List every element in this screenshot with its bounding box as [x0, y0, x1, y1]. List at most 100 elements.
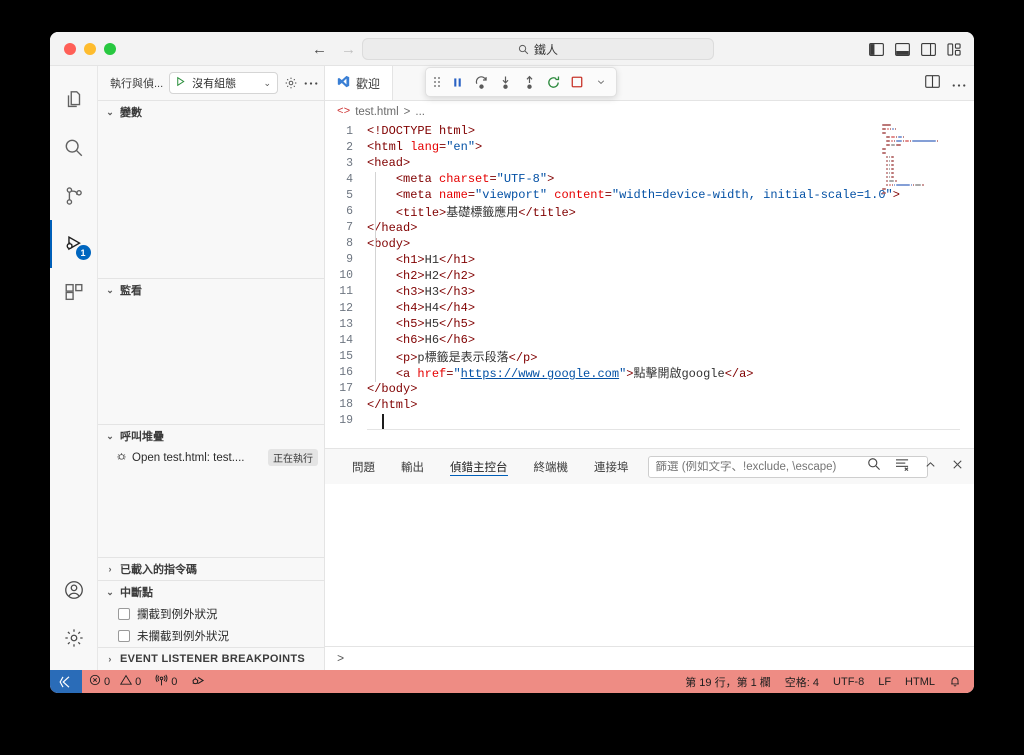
go-back-icon[interactable]: ← — [312, 41, 327, 58]
code-content[interactable]: 1 <!DOCTYPE html> 2 <html lang="en"> 3 <head>… — [325, 123, 974, 448]
bell-icon[interactable] — [942, 670, 968, 693]
sidebar-item-explorer[interactable] — [50, 76, 98, 124]
code-line[interactable]: 5 <meta name="viewport" content="width=d… — [325, 187, 974, 203]
command-center[interactable]: 鐵人 — [362, 38, 714, 60]
eol-status[interactable]: LF — [871, 670, 898, 693]
customize-layout-icon[interactable] — [947, 42, 962, 56]
code-line[interactable]: 18 </html> — [325, 397, 974, 413]
pane-header-callstack[interactable]: ⌄ 呼叫堆疊 — [98, 425, 324, 447]
code-line[interactable]: 19 — [325, 413, 974, 429]
pane-header-event-listener-breakpoints[interactable]: › EVENT LISTENER BREAKPOINTS — [98, 648, 324, 670]
code-line[interactable]: 9 <h1>H1</h1> — [325, 252, 974, 268]
gear-icon[interactable] — [50, 614, 98, 662]
checkbox-caught-exceptions[interactable] — [118, 608, 130, 620]
step-over-icon[interactable] — [470, 71, 492, 93]
pane-header-loaded-scripts[interactable]: › 已載入的指令碼 — [98, 558, 324, 580]
list-item[interactable]: 未攔截到例外狀況 — [98, 625, 324, 647]
split-editor-icon[interactable] — [925, 74, 940, 93]
code-line[interactable]: 3 <head> — [325, 155, 974, 171]
chevron-down-icon[interactable]: ⌄ — [263, 78, 274, 89]
code-line[interactable]: 7 </head> — [325, 220, 974, 236]
grip-icon[interactable] — [430, 77, 444, 87]
search-icon[interactable] — [867, 457, 881, 476]
step-into-icon[interactable] — [494, 71, 516, 93]
code-line[interactable]: 15 <p>p標籤是表示段落</p> — [325, 348, 974, 365]
code-line[interactable]: 1 <!DOCTYPE html> — [325, 123, 974, 139]
chevron-up-icon[interactable] — [924, 458, 937, 476]
go-forward-icon[interactable]: → — [341, 41, 356, 58]
debug-status[interactable] — [184, 670, 212, 693]
chevron-down-icon[interactable] — [590, 71, 612, 93]
launch-configuration-dropdown[interactable]: 沒有組態 ⌄ — [169, 72, 278, 94]
remote-indicator-icon[interactable] — [50, 670, 82, 693]
code-line[interactable]: 6 <title>基礎標籤應用</title> — [325, 203, 974, 220]
code-line[interactable]: 16 <a href="https://www.google.com">點擊開啟… — [325, 364, 974, 381]
pane-header-watch[interactable]: ⌄ 監看 — [98, 279, 324, 301]
account-icon[interactable] — [50, 566, 98, 614]
minimap-line — [882, 123, 960, 126]
sidebar-item-extensions[interactable] — [50, 268, 98, 316]
code-text: <!DOCTYPE html> — [367, 124, 476, 139]
pane-header-variables[interactable]: ⌄ 變數 — [98, 101, 324, 123]
code-line[interactable]: 2 <html lang="en"> — [325, 139, 974, 155]
sidebar-item-source-control[interactable] — [50, 172, 98, 220]
step-out-icon[interactable] — [518, 71, 540, 93]
code-line[interactable]: 13 <h5>H5</h5> — [325, 316, 974, 332]
breadcrumb-file[interactable]: test.html — [355, 106, 398, 118]
pane-header-breakpoints[interactable]: ⌄ 中斷點 — [98, 581, 324, 603]
encoding-status[interactable]: UTF-8 — [826, 670, 871, 693]
problems-status[interactable]: 0 0 — [82, 670, 148, 693]
code-line[interactable]: 10 <h2>H2</h2> — [325, 268, 974, 284]
line-number: 6 — [346, 205, 353, 219]
code-line[interactable]: 17 </body> — [325, 381, 974, 397]
ports-status[interactable]: 0 — [148, 670, 184, 693]
breadcrumb-tail[interactable]: ... — [415, 106, 425, 118]
line-number: 3 — [346, 156, 353, 170]
tab-debug-console[interactable]: 偵錯主控台 — [437, 449, 521, 484]
variables-list — [98, 123, 324, 278]
clear-console-icon[interactable] — [895, 458, 910, 476]
sidebar-item-search[interactable] — [50, 124, 98, 172]
tab-welcome[interactable]: 歡迎 — [325, 66, 394, 100]
ellipsis-icon[interactable] — [952, 75, 966, 93]
sidebar-item-run-and-debug[interactable]: 1 — [50, 220, 98, 268]
list-item[interactable]: Open test.html: test.... 正在執行 — [98, 447, 324, 468]
pause-icon[interactable] — [446, 71, 468, 93]
close-window-button[interactable] — [64, 42, 76, 55]
tab-output[interactable]: 輸出 — [388, 449, 437, 484]
minimap[interactable] — [882, 123, 960, 448]
checkbox-uncaught-exceptions[interactable] — [118, 630, 130, 642]
close-icon[interactable] — [951, 458, 964, 476]
minimize-window-button[interactable] — [84, 42, 96, 55]
code-line[interactable]: 12 <h4>H4</h4> — [325, 300, 974, 316]
editor-scrollbar[interactable] — [960, 123, 974, 448]
radio-tower-icon — [155, 674, 168, 690]
code-line[interactable]: 8 <body> — [325, 236, 974, 252]
code-editor[interactable]: 1 <!DOCTYPE html> 2 <html lang="en"> 3 <head>… — [325, 123, 974, 448]
start-debugging-icon[interactable] — [173, 76, 188, 90]
toggle-primary-sidebar-icon[interactable] — [869, 42, 884, 56]
open-launch-settings-icon[interactable] — [284, 76, 298, 90]
tab-problems[interactable]: 問題 — [339, 449, 388, 484]
cursor-position-status[interactable]: 第 19 行，第 1 欄 — [678, 670, 778, 693]
restart-icon[interactable] — [542, 71, 564, 93]
maximize-window-button[interactable] — [104, 42, 116, 55]
code-line[interactable]: 11 <h3>H3</h3> — [325, 284, 974, 300]
language-mode-status[interactable]: HTML — [898, 670, 942, 693]
list-item[interactable]: 攔截到例外狀況 — [98, 603, 324, 625]
stop-icon[interactable] — [566, 71, 588, 93]
debug-console-output[interactable] — [325, 484, 974, 646]
sidebar-more-actions-icon[interactable] — [304, 81, 318, 86]
command-center-text: 鐵人 — [533, 42, 558, 57]
tab-terminal[interactable]: 終端機 — [521, 449, 582, 484]
code-line[interactable]: 14 <h6>H6</h6> — [325, 332, 974, 348]
line-number: 9 — [346, 253, 353, 267]
toggle-secondary-sidebar-icon[interactable] — [921, 42, 936, 56]
code-line[interactable]: 4 <meta charset="UTF-8"> — [325, 171, 974, 187]
tab-ports[interactable]: 連接埠 — [581, 449, 642, 484]
debug-console-input[interactable]: > — [325, 646, 974, 670]
indentation-status[interactable]: 空格: 4 — [778, 670, 826, 693]
code-text: <body> — [367, 236, 411, 251]
breadcrumb[interactable]: <> test.html > ... — [325, 101, 974, 123]
toggle-panel-icon[interactable] — [895, 42, 910, 56]
